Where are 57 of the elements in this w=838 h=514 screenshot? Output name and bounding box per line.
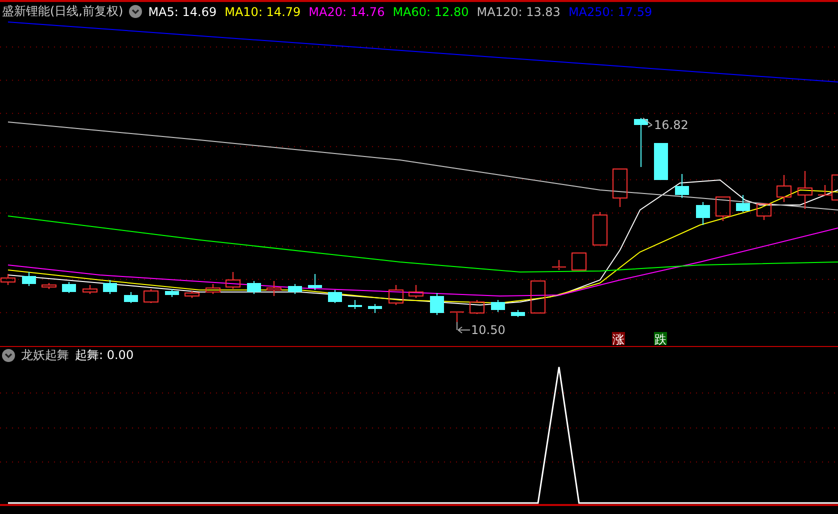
- candlestick: [408, 284, 424, 298]
- candlestick: [654, 142, 668, 180]
- candlestick: [572, 252, 586, 270]
- leader-line: [642, 118, 652, 128]
- ma-value: MA5: 14.69: [148, 4, 217, 18]
- ma-value: MA20: 14.76: [308, 4, 385, 18]
- candlestick: [328, 290, 342, 304]
- candlestick: [103, 280, 117, 294]
- candlestick: [511, 310, 525, 318]
- candlestick: [612, 168, 628, 208]
- candlestick: [288, 284, 302, 294]
- ma-value: MA60: 12.80: [392, 4, 469, 18]
- candlestick: [798, 170, 812, 210]
- candlestick: [491, 300, 505, 312]
- candlestick: [552, 260, 566, 270]
- rise-marker: 涨: [612, 332, 625, 346]
- candlestick: [430, 292, 444, 316]
- candlestick: [634, 118, 648, 168]
- ma-value: MA10: 14.79: [224, 4, 301, 18]
- dropdown-icon[interactable]: [129, 5, 142, 18]
- candlestick: [348, 300, 362, 310]
- candlestick: [388, 284, 404, 306]
- candlestick: [124, 292, 138, 304]
- candlestick: [756, 204, 772, 220]
- indicator-title: 龙妖起舞: [21, 347, 69, 364]
- candlestick: [368, 304, 382, 314]
- fall-marker: 跌: [654, 332, 667, 346]
- candlestick: [184, 290, 200, 298]
- leader-line: [456, 322, 470, 334]
- candlestick: [62, 282, 76, 294]
- candlestick: [247, 280, 261, 294]
- candlestick: [266, 280, 282, 296]
- candlestick: [696, 202, 710, 226]
- candlestick: [308, 274, 322, 290]
- candlestick: [736, 194, 750, 212]
- indicator-value: 起舞: 0.00: [75, 347, 134, 364]
- candlestick: [165, 288, 179, 298]
- candlestick: [450, 312, 464, 322]
- candlestick: [82, 284, 98, 294]
- candlestick: [776, 174, 792, 202]
- dropdown-icon[interactable]: [2, 349, 15, 362]
- candlestick: [22, 272, 36, 286]
- candlestick: [206, 284, 220, 294]
- low-price-label: 10.50: [471, 323, 506, 337]
- candlestick: [226, 272, 240, 290]
- ma-value: MA250: 17.59: [568, 4, 652, 18]
- candlestick: [144, 288, 158, 304]
- high-price-label: 16.82: [654, 118, 688, 132]
- candlestick: [592, 212, 608, 246]
- candlestick: [530, 280, 546, 314]
- ma-value: MA120: 13.83: [476, 4, 560, 18]
- candlestick: [716, 196, 730, 222]
- candlestick: [42, 282, 56, 290]
- chart-title: 盛新锂能(日线,前复权): [2, 3, 124, 20]
- candlestick: [0, 274, 16, 286]
- candlestick: [675, 174, 689, 198]
- candlestick: [470, 300, 484, 314]
